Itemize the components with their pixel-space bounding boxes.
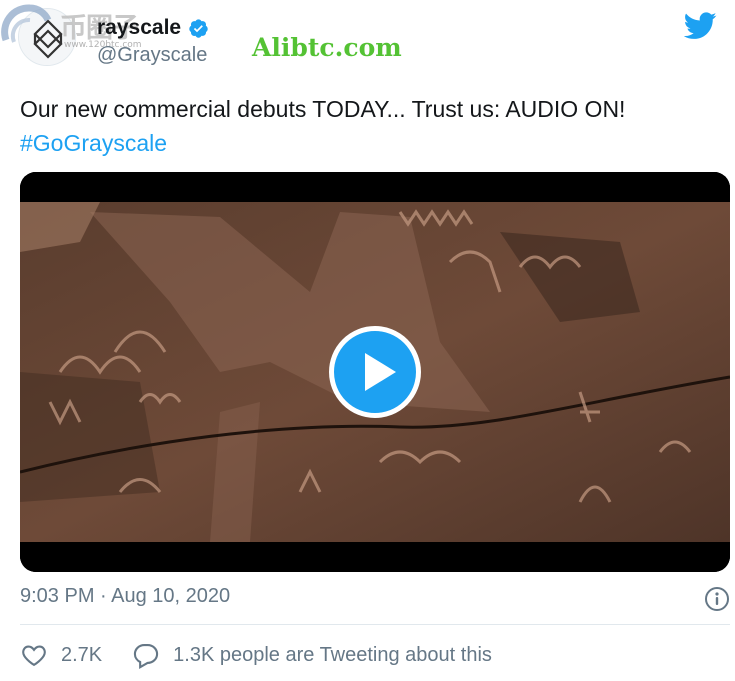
tweet-timestamp[interactable]: 9:03 PM · Aug 10, 2020 [20, 585, 230, 608]
divider [20, 624, 730, 625]
author-handle[interactable]: @Grayscale [97, 44, 207, 67]
info-icon[interactable] [704, 586, 730, 612]
video-player[interactable] [20, 172, 730, 572]
play-button[interactable] [329, 326, 421, 418]
hashtag-link[interactable]: #GoGrayscale [20, 126, 725, 160]
watermark-alibtc: Alibtc.com [252, 33, 402, 62]
twitter-bird-icon[interactable] [684, 12, 717, 40]
tweeting-about-text: 1.3K people are Tweeting about this [173, 643, 492, 666]
author-name[interactable]: rayscale [97, 16, 209, 40]
tweet-body: Our new commercial debuts TODAY... Trust… [20, 96, 626, 122]
verified-badge-icon [189, 18, 208, 38]
play-icon [365, 353, 396, 391]
like-count: 2.7K [61, 643, 103, 666]
author-display-name: rayscale [97, 16, 182, 39]
tweet-stats: 2.7K 1.3K people are Tweeting about this [20, 640, 492, 670]
comment-bubble-icon [134, 644, 159, 669]
conversation-link[interactable]: 1.3K people are Tweeting about this [132, 641, 492, 669]
heart-icon [22, 645, 46, 667]
like-button[interactable]: 2.7K [20, 641, 102, 669]
tweet-text: Our new commercial debuts TODAY... Trust… [20, 92, 725, 160]
